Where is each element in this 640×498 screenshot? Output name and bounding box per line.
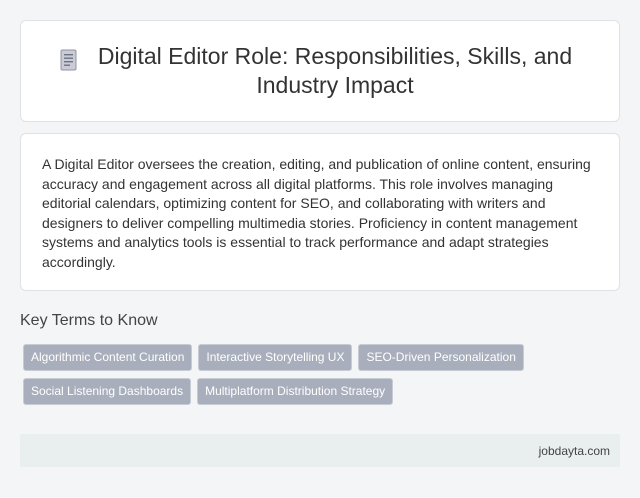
key-terms-tags: Algorithmic Content Curation Interactive… (23, 344, 583, 412)
tag-multiplatform-distribution-strategy[interactable]: Multiplatform Distribution Strategy (197, 378, 394, 405)
footer-site-link[interactable]: jobdayta.com (539, 444, 610, 458)
tag-interactive-storytelling-ux[interactable]: Interactive Storytelling UX (198, 344, 353, 371)
description-text: A Digital Editor oversees the creation, … (42, 156, 591, 270)
footer-bar: jobdayta.com (20, 434, 620, 467)
page-title: Digital Editor Role: Responsibilities, S… (97, 43, 573, 98)
tag-seo-driven-personalization[interactable]: SEO-Driven Personalization (358, 344, 524, 371)
tag-algorithmic-content-curation[interactable]: Algorithmic Content Curation (23, 344, 193, 371)
description-card: A Digital Editor oversees the creation, … (20, 133, 620, 291)
title-card: Digital Editor Role: Responsibilities, S… (20, 20, 620, 122)
tag-social-listening-dashboards[interactable]: Social Listening Dashboards (23, 378, 192, 405)
key-terms-heading: Key Terms to Know (20, 312, 158, 329)
